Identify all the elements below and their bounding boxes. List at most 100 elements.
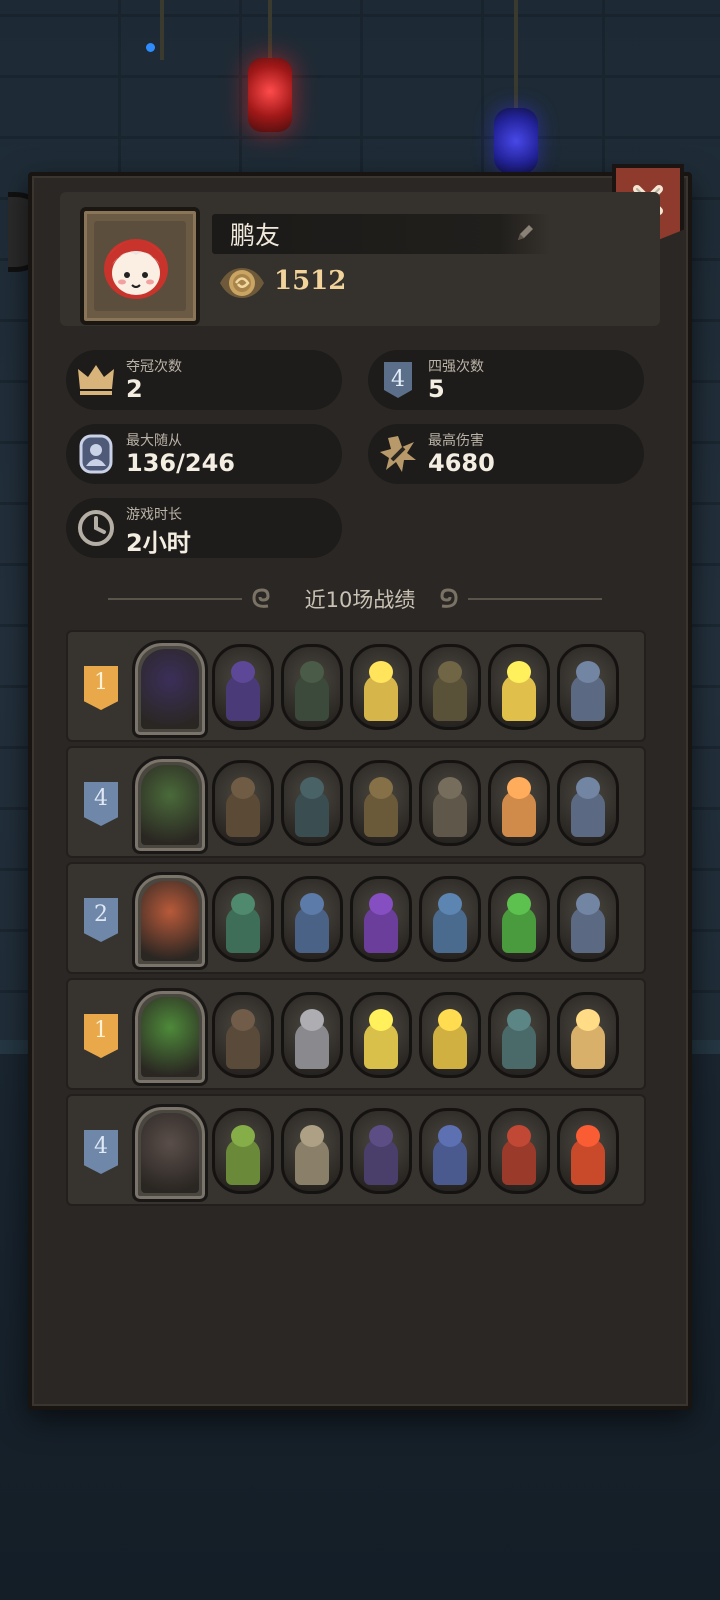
rope (160, 0, 164, 60)
rope (268, 0, 272, 60)
minion-card[interactable] (281, 760, 343, 846)
stat-play-time: 游戏时长 2小时 (66, 498, 342, 558)
stat-label: 游戏时长 (126, 507, 182, 523)
minion-card[interactable] (350, 644, 412, 730)
hero-portrait[interactable] (132, 756, 208, 854)
minion-card[interactable] (350, 992, 412, 1078)
stat-label: 最高伤害 (428, 433, 484, 449)
hero-portrait[interactable] (132, 640, 208, 738)
minion-card[interactable] (350, 876, 412, 962)
match-row[interactable]: 1 (66, 978, 646, 1090)
minion-card[interactable] (488, 1108, 550, 1194)
hero-art (141, 881, 199, 961)
edit-name-icon[interactable] (514, 222, 536, 244)
stat-top4: 4 四强次数 5 (368, 350, 644, 410)
minion-head (300, 1125, 324, 1147)
minion-card[interactable] (419, 1108, 481, 1194)
damage-burst-icon (378, 434, 418, 474)
minion-head (438, 1009, 462, 1031)
minion-head (576, 1009, 600, 1031)
stat-value: 136/246 (126, 449, 235, 477)
avatar[interactable] (80, 207, 200, 325)
minion-head (300, 661, 324, 683)
minion-head (507, 777, 531, 799)
minion-head (231, 661, 255, 683)
minion-card[interactable] (281, 992, 343, 1078)
placement-badge: 2 (84, 898, 118, 942)
minion-card[interactable] (488, 644, 550, 730)
hero-portrait[interactable] (132, 988, 208, 1086)
avatar-portrait (94, 221, 186, 311)
stat-value: 2小时 (126, 529, 191, 557)
rope (514, 0, 518, 110)
minion-card[interactable] (212, 876, 274, 962)
minion-head (438, 777, 462, 799)
minion-card[interactable] (281, 644, 343, 730)
minion-head (507, 661, 531, 683)
minion-head (300, 777, 324, 799)
minion-card[interactable] (557, 760, 619, 846)
notification-dot (146, 43, 155, 52)
match-row[interactable]: 4 (66, 1094, 646, 1206)
minion-card[interactable] (350, 1108, 412, 1194)
minion-card[interactable] (557, 1108, 619, 1194)
placement-badge: 4 (84, 1130, 118, 1174)
stat-label: 夺冠次数 (126, 359, 182, 375)
blue-lantern-icon (494, 108, 538, 174)
clock-icon (76, 508, 116, 548)
minion-head (507, 1125, 531, 1147)
player-name: 鹏友 (230, 221, 281, 250)
minion-card[interactable] (212, 644, 274, 730)
match-row[interactable]: 2 (66, 862, 646, 974)
minion-card[interactable] (419, 760, 481, 846)
stat-label: 最大随从 (126, 433, 182, 449)
coin-icon (220, 268, 264, 298)
minion-card[interactable] (212, 992, 274, 1078)
minion-card[interactable] (350, 760, 412, 846)
top4-badge-number: 4 (391, 367, 405, 392)
minion-card[interactable] (557, 876, 619, 962)
red-lantern-icon (248, 58, 292, 132)
minion-card[interactable] (281, 1108, 343, 1194)
match-row[interactable]: 1 (66, 630, 646, 742)
minion-card[interactable] (557, 992, 619, 1078)
stat-value: 5 (428, 375, 445, 403)
minion-card[interactable] (488, 760, 550, 846)
hero-art (141, 997, 199, 1077)
minion-head (576, 661, 600, 683)
hero-art (141, 1113, 199, 1193)
minion-head (576, 893, 600, 915)
minion-head (576, 1125, 600, 1147)
placement-badge: 1 (84, 666, 118, 710)
hero-portrait[interactable] (132, 872, 208, 970)
minion-head (507, 1009, 531, 1031)
top4-badge-icon: 4 (378, 360, 418, 400)
minion-head (438, 893, 462, 915)
minion-card[interactable] (557, 644, 619, 730)
minion-head (231, 1125, 255, 1147)
minion-head (300, 893, 324, 915)
minion-head (438, 661, 462, 683)
coin-count: 1512 (274, 266, 347, 296)
minion-head (507, 893, 531, 915)
recent-matches-title: 近10场战绩 (304, 588, 416, 612)
minion-card[interactable] (419, 876, 481, 962)
minion-card[interactable] (281, 876, 343, 962)
stat-max-minions: 最大随从 136/246 (66, 424, 342, 484)
minion-head (369, 661, 393, 683)
placement-badge: 4 (84, 782, 118, 826)
minion-card[interactable] (488, 992, 550, 1078)
minion-card[interactable] (488, 876, 550, 962)
hero-art (141, 765, 199, 845)
stat-label: 四强次数 (428, 359, 484, 375)
minion-head (369, 893, 393, 915)
minion-card[interactable] (419, 992, 481, 1078)
hero-portrait[interactable] (132, 1104, 208, 1202)
placement-badge: 1 (84, 1014, 118, 1058)
minion-head (369, 777, 393, 799)
minion-card[interactable] (212, 760, 274, 846)
minion-card[interactable] (419, 644, 481, 730)
match-row[interactable]: 4 (66, 746, 646, 858)
minion-head (231, 893, 255, 915)
minion-card[interactable] (212, 1108, 274, 1194)
